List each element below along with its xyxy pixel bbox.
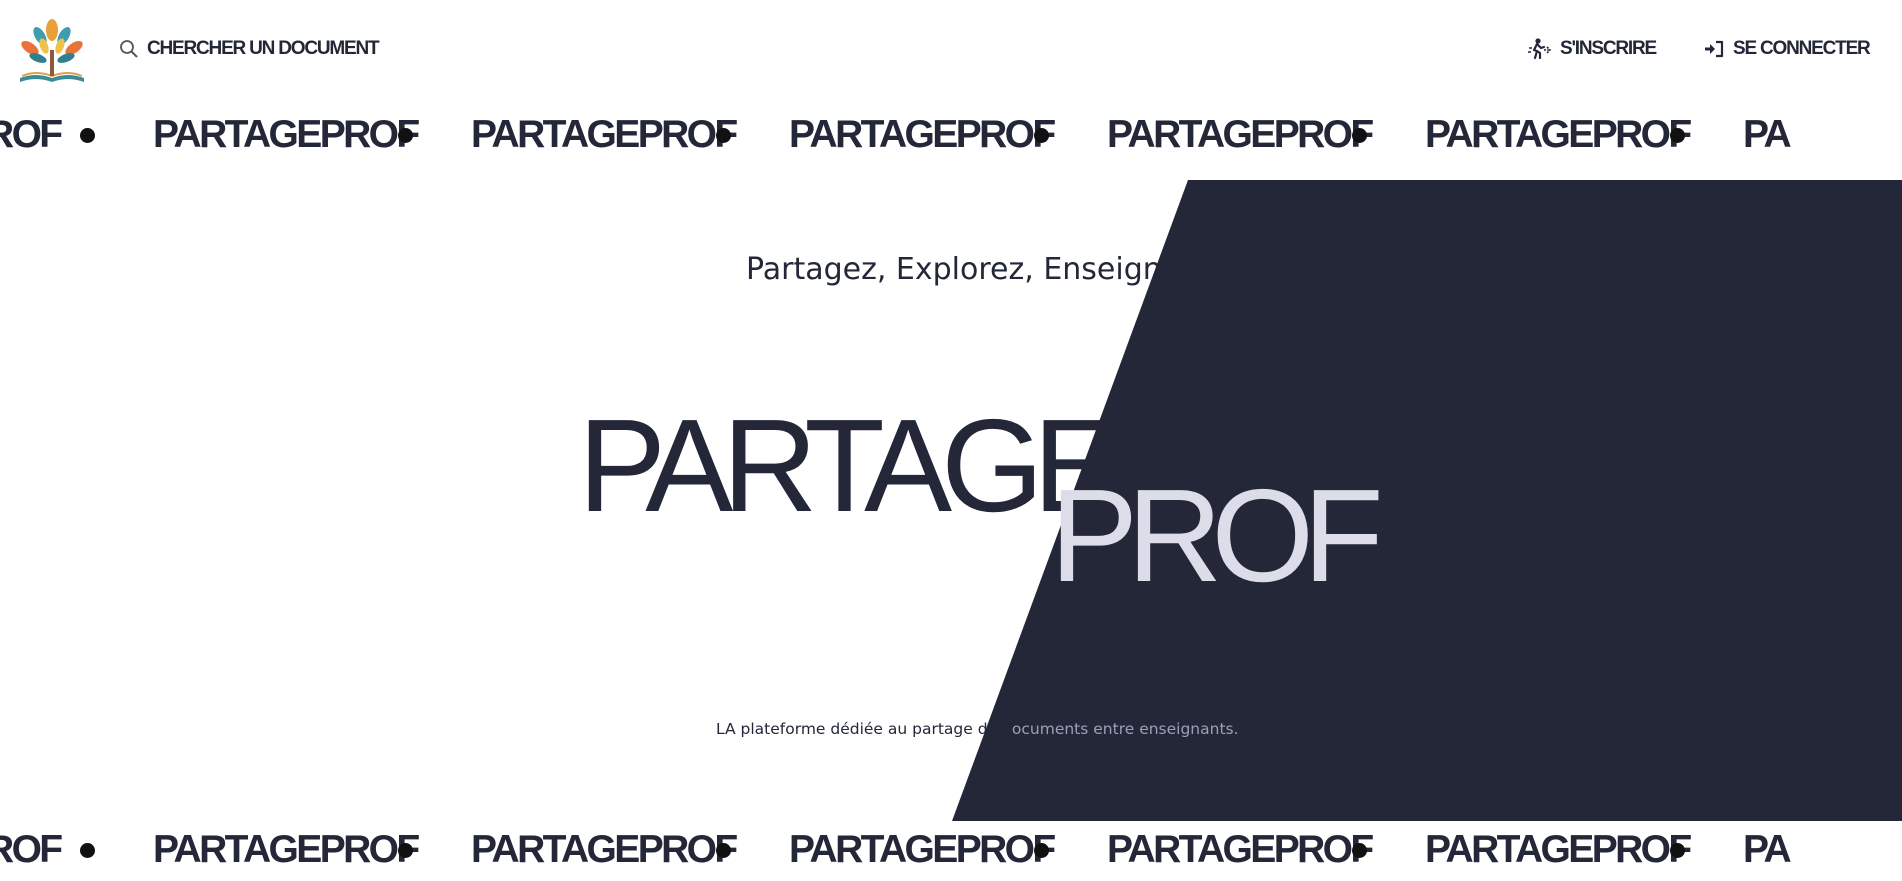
marquee-word: PARTAGEPROF [1107,828,1374,871]
search-icon [120,40,138,58]
hero-tagline: Partagez, Explorez, Enseignez [746,252,1196,287]
marquee-word: PARTAGEPROF [789,113,1056,156]
hero-title-prof: PROF [1050,462,1384,609]
hero-subtitle: LA plateforme dédiée au partage de docum… [716,720,1239,738]
site-header: CHERCHER UN DOCUMENT S'INSCRIRE SE CONNE… [0,0,1902,100]
marquee-band-top: ROF PARTAGEPROF PARTAGEPROF PARTAGEPROF … [0,107,1902,167]
marquee-word: PARTAGEPROF [1425,113,1692,156]
marquee-dot [1034,842,1049,858]
marquee-fragment: PA [1743,828,1792,871]
marquee-dot [716,842,731,858]
marquee-dot [1670,842,1685,858]
marquee-dot [80,127,95,143]
marquee-word: PARTAGEPROF [1107,113,1374,156]
marquee-band-bottom: ROF PARTAGEPROF PARTAGEPROF PARTAGEPROF … [0,822,1902,881]
search-document-label: CHERCHER UN DOCUMENT [147,38,380,59]
marquee-dot [1352,842,1367,858]
sign-in-icon [1705,40,1724,58]
marquee-dot [1352,127,1367,143]
marquee-word: PARTAGEPROF [789,828,1056,871]
marquee-word: PARTAGEPROF [153,113,420,156]
marquee-fragment: PA [1743,113,1792,156]
marquee-fragment: ROF [0,828,63,871]
hero-subtitle-part2: ocuments entre enseignants. [1011,720,1239,738]
site-logo[interactable] [14,16,90,88]
tree-book-logo-icon [20,19,84,82]
login-label: SE CONNECTER [1733,38,1871,59]
marquee-track: ROF PARTAGEPROF PARTAGEPROF PARTAGEPROF … [0,828,1803,872]
marquee-dot [398,127,413,143]
marquee-word: PARTAGEPROF [471,113,738,156]
marquee-dot [1034,127,1049,143]
marquee-dot [716,127,731,143]
register-button[interactable]: S'INSCRIRE [1528,38,1657,60]
hero-subtitle-part1: LA plateforme dédiée au partage de d [716,720,1012,738]
marquee-dot [80,842,95,858]
marquee-fragment: ROF [0,113,63,156]
marquee-dot [398,842,413,858]
login-button[interactable]: SE CONNECTER [1703,38,1871,60]
marquee-word: PARTAGEPROF [1425,828,1692,871]
hero-title-partage: PARTAGE [578,392,1121,539]
register-label: S'INSCRIRE [1560,38,1657,59]
marquee-dot [1670,127,1685,143]
marquee-word: PARTAGEPROF [153,828,420,871]
marquee-track: ROF PARTAGEPROF PARTAGEPROF PARTAGEPROF … [0,113,1803,157]
search-document-button[interactable]: CHERCHER UN DOCUMENT [120,38,380,60]
marquee-word: PARTAGEPROF [471,828,738,871]
person-walking-icon [1528,38,1552,60]
